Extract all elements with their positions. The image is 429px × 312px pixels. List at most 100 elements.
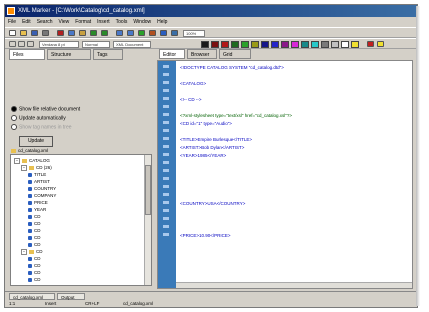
tree-node[interactable]: CD <box>28 235 41 240</box>
validate-icon[interactable] <box>138 30 145 36</box>
open-file-icon[interactable] <box>20 30 27 36</box>
tree-node[interactable]: PRICE <box>28 200 48 205</box>
document-type-combo[interactable]: XML Document <box>113 41 151 48</box>
replace-icon[interactable] <box>127 30 134 36</box>
tree-node[interactable]: − CATALOG <box>14 158 50 164</box>
color-swatch[interactable] <box>301 41 309 48</box>
color-swatch[interactable] <box>331 41 339 48</box>
zoom-combo[interactable]: 100% <box>183 30 205 37</box>
doc-tab[interactable]: Output <box>57 293 85 300</box>
option-1[interactable]: Update automatically <box>11 115 66 121</box>
color-swatch[interactable] <box>341 41 349 48</box>
color-swatch[interactable] <box>211 41 219 48</box>
update-button[interactable]: Update <box>19 136 53 147</box>
code-line[interactable]: <PRICE>10.90</PRICE> <box>180 233 231 238</box>
tree-node[interactable]: CD <box>28 277 41 282</box>
menu-item-format[interactable]: Format <box>72 18 94 27</box>
tree-node[interactable]: CD <box>28 228 41 233</box>
menu-item-window[interactable]: Window <box>130 18 154 27</box>
format-icon[interactable] <box>149 30 156 36</box>
tree-node[interactable]: CD <box>28 270 41 275</box>
color-swatch[interactable] <box>351 41 359 48</box>
structure-tree[interactable]: − CATALOG − CD (26) TITLE ARTIST COUNTRY COMPAN… <box>10 154 152 286</box>
italic-icon[interactable] <box>18 41 25 47</box>
menu-item-view[interactable]: View <box>56 18 73 27</box>
color-swatch[interactable] <box>321 41 329 48</box>
style-combo[interactable]: Normal <box>82 41 110 48</box>
save-icon[interactable] <box>31 30 38 36</box>
code-line[interactable]: <!DOCTYPE CATALOG SYSTEM "cd_catalog.dtd… <box>180 65 284 70</box>
tab-structure[interactable]: Structure <box>47 49 91 60</box>
new-file-icon[interactable] <box>9 30 16 36</box>
code-line[interactable]: <CD id="1" type="Audio"> <box>180 121 232 126</box>
menu-item-search[interactable]: Search <box>34 18 56 27</box>
tab-browser[interactable]: Browser <box>187 49 217 59</box>
tab-editor[interactable]: Editor <box>159 49 185 59</box>
tree-node[interactable]: CD <box>28 263 41 268</box>
tree-scrollbar[interactable] <box>144 155 151 285</box>
tab-tags[interactable]: Tags <box>93 49 123 60</box>
expand-icon[interactable]: − <box>14 158 20 164</box>
radio-icon[interactable] <box>11 124 17 130</box>
scroll-thumb[interactable] <box>145 165 151 215</box>
print-icon[interactable] <box>42 30 49 36</box>
radio-icon[interactable] <box>11 106 17 112</box>
underline-icon[interactable] <box>27 41 34 47</box>
undo-icon[interactable] <box>90 30 97 36</box>
expand-icon[interactable]: − <box>21 165 27 171</box>
tree-node[interactable]: CD <box>28 256 41 261</box>
tree-node[interactable]: CD <box>28 214 41 219</box>
code-line[interactable]: <CATALOG> <box>180 81 206 86</box>
color-swatch[interactable] <box>241 41 249 48</box>
cut-icon[interactable] <box>57 30 64 36</box>
menu-item-insert[interactable]: Insert <box>94 18 113 27</box>
color-swatch[interactable] <box>251 41 259 48</box>
option-2[interactable]: Show tag names in tree <box>11 124 72 130</box>
code-line[interactable]: <COUNTRY>USA</COUNTRY> <box>180 201 245 206</box>
bold-icon[interactable] <box>9 41 16 47</box>
code-editor[interactable]: <!DOCTYPE CATALOG SYSTEM "cd_catalog.dtd… <box>157 60 413 289</box>
tree-node[interactable]: YEAR <box>28 207 46 212</box>
radio-icon[interactable] <box>11 115 17 121</box>
tree-node[interactable]: ARTIST <box>28 179 50 184</box>
help-icon[interactable] <box>171 30 178 36</box>
color-swatch[interactable] <box>261 41 269 48</box>
expand-icon[interactable]: − <box>21 249 27 255</box>
editor-hscrollbar[interactable] <box>176 282 412 288</box>
font-combo[interactable]: Verdana 8 pt <box>39 41 79 48</box>
tree-node[interactable]: − CD <box>21 249 43 255</box>
tree-node[interactable]: CD <box>28 221 41 226</box>
tree-node[interactable]: − CD (26) <box>21 165 52 171</box>
color-swatch[interactable] <box>221 41 229 48</box>
tree-node[interactable]: COMPANY <box>28 193 56 198</box>
tree-node[interactable]: CD <box>28 242 41 247</box>
tab-files[interactable]: Files <box>9 49 45 60</box>
color-swatch[interactable] <box>281 41 289 48</box>
title-bar[interactable]: XML Marker - [C:\Work\Catalog\cd_catalog… <box>5 5 417 17</box>
menu-item-help[interactable]: Help <box>154 18 170 27</box>
menu-item-edit[interactable]: Edit <box>19 18 34 27</box>
code-line[interactable]: <TITLE>Empire Burlesque</TITLE> <box>180 137 252 142</box>
redo-icon[interactable] <box>101 30 108 36</box>
code-line[interactable]: <YEAR>1985</YEAR> <box>180 153 226 158</box>
paste-icon[interactable] <box>79 30 86 36</box>
menu-item-tools[interactable]: Tools <box>113 18 131 27</box>
color-swatch[interactable] <box>231 41 239 48</box>
highlight-icon[interactable] <box>377 41 384 47</box>
color-swatch[interactable] <box>271 41 279 48</box>
doc-tab[interactable]: cd_catalog.xml <box>9 293 55 300</box>
text-color-icon[interactable] <box>367 41 374 47</box>
tree-node[interactable]: COUNTRY <box>28 186 56 191</box>
code-line[interactable]: <ARTIST>Bob Dylan</ARTIST> <box>180 145 244 150</box>
menu-item-file[interactable]: File <box>5 18 19 27</box>
copy-icon[interactable] <box>68 30 75 36</box>
tab-grid[interactable]: Grid <box>219 49 251 59</box>
tree-node[interactable]: TITLE <box>28 172 46 177</box>
color-swatch[interactable] <box>201 41 209 48</box>
browser-icon[interactable] <box>160 30 167 36</box>
color-swatch[interactable] <box>291 41 299 48</box>
code-line[interactable]: <!-- CD --> <box>180 97 202 102</box>
find-icon[interactable] <box>116 30 123 36</box>
color-swatch[interactable] <box>311 41 319 48</box>
option-0[interactable]: Show file relative document <box>11 106 80 112</box>
